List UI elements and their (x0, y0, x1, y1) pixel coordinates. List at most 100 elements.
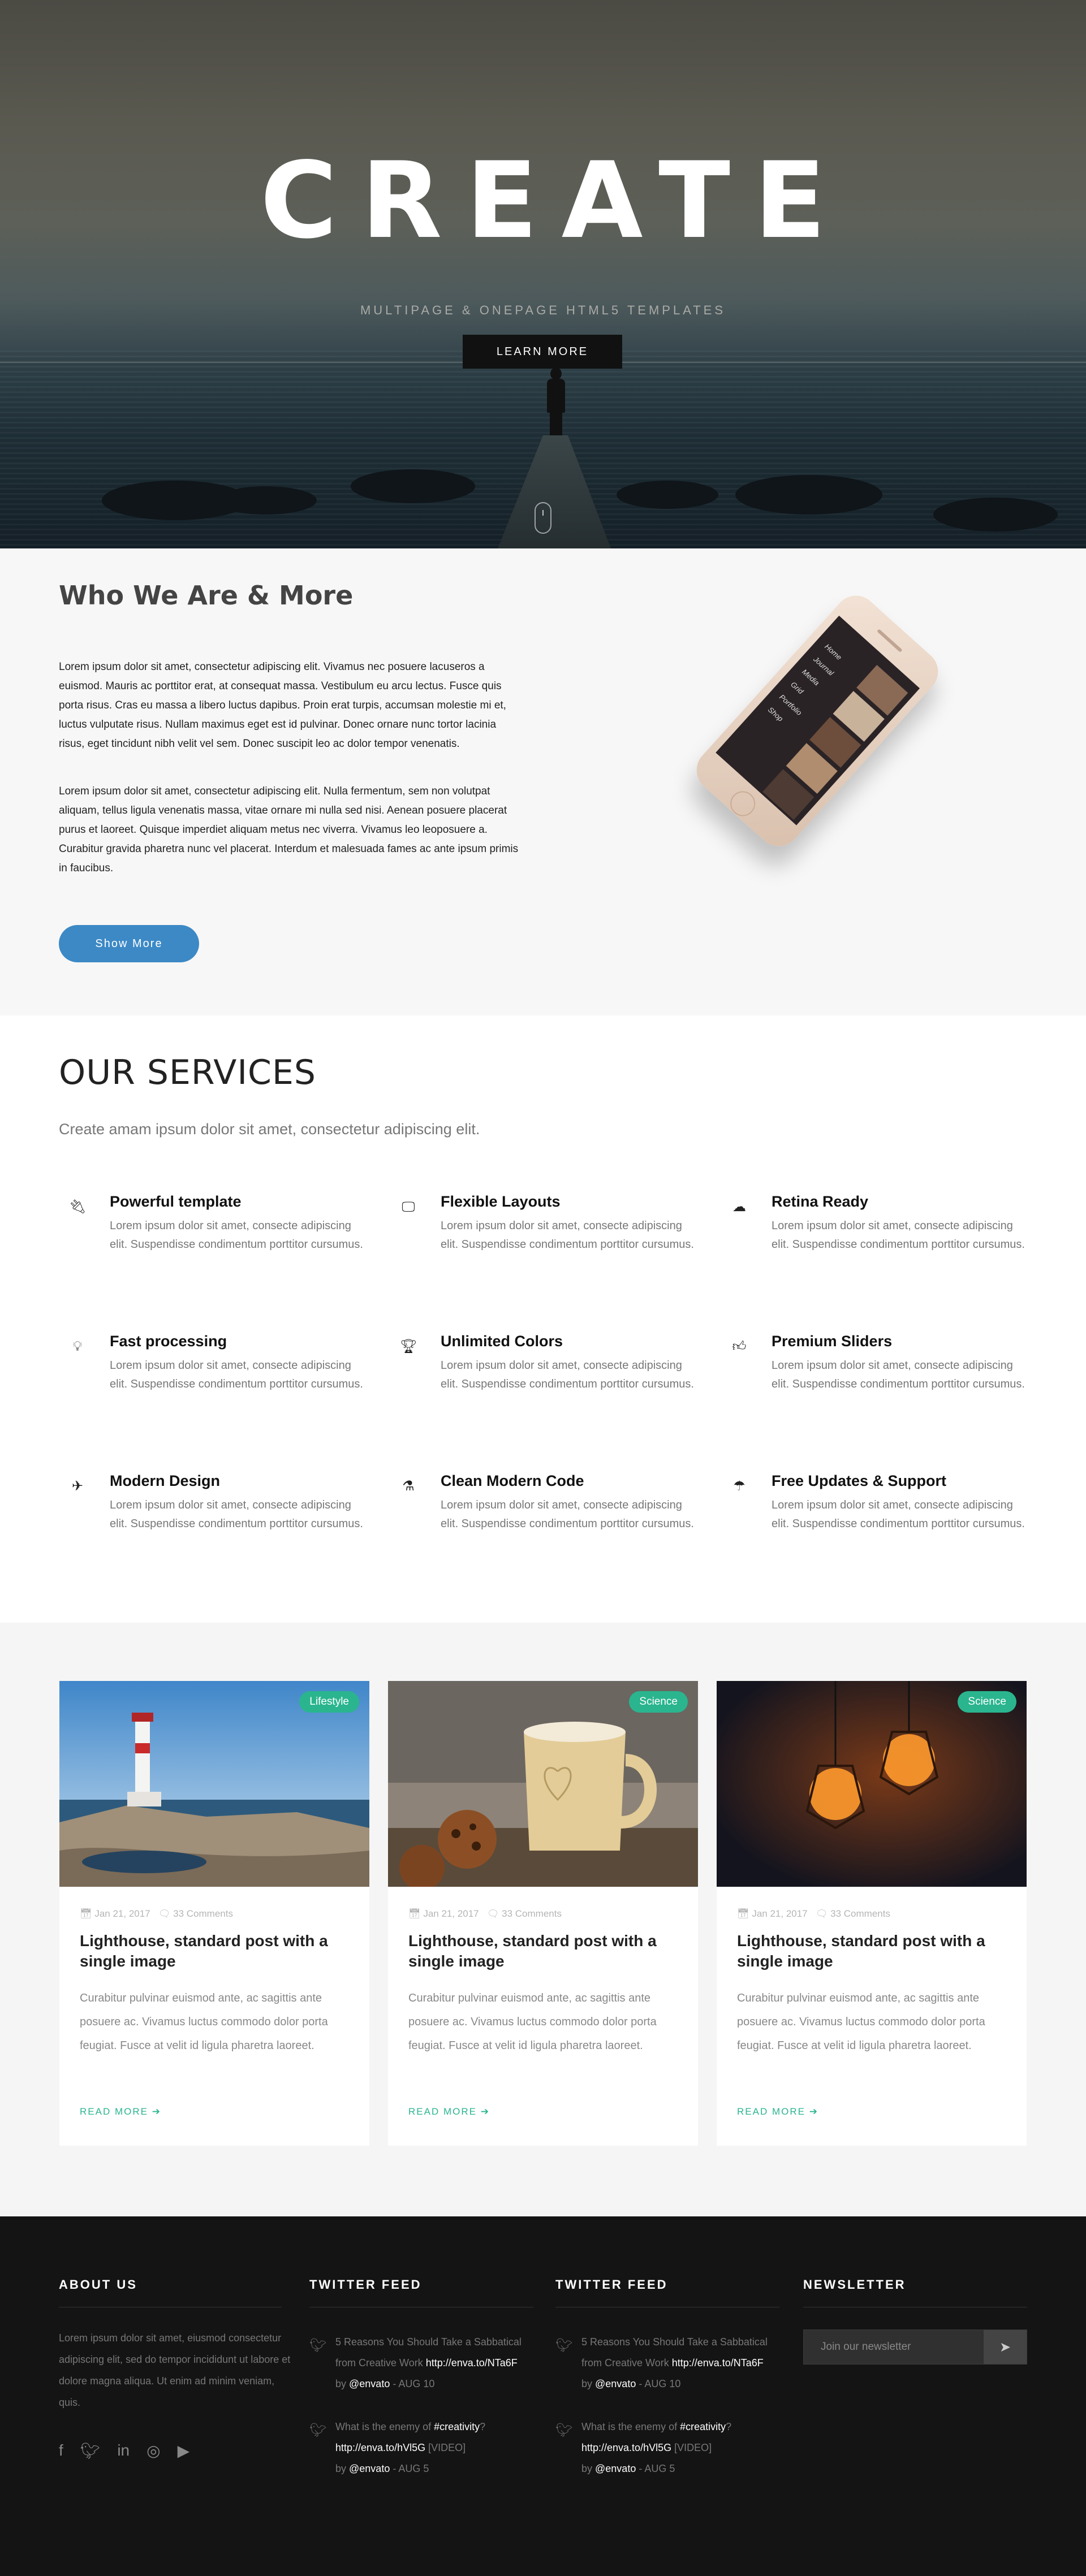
tweet-user[interactable]: @envato (349, 2378, 390, 2389)
post-excerpt: Curabitur pulvinar euismod ante, ac sagi… (408, 1992, 657, 2052)
learn-more-button[interactable]: LEARN MORE (463, 335, 622, 369)
hero-person-silhouette (543, 368, 569, 435)
service-item: 💡︎ Fast processing Lorem ipsum dolor sit… (59, 1333, 363, 1434)
service-text: Lorem ipsum dolor sit amet, consecte adi… (110, 1220, 363, 1251)
post-image-coffee[interactable]: Science (388, 1681, 698, 1887)
post-meta: 📅︎ Jan 21, 2017 🗨︎ 33 Comments (408, 1908, 562, 1920)
post-image-lamps[interactable]: Science (717, 1681, 1027, 1887)
post-date: Jan 21, 2017 (423, 1908, 479, 1919)
services-heading: OUR SERVICES (59, 1053, 316, 1092)
newsletter-email-input[interactable] (804, 2330, 984, 2364)
linkedin-icon[interactable]: in (117, 2441, 130, 2460)
comments-icon: 🗨︎ (486, 1908, 499, 1919)
tweet-user[interactable]: @envato (595, 2378, 636, 2389)
footer-twitter: TWITTER FEED (555, 2277, 779, 2307)
twitter-bird-icon: 🐦︎ (555, 2338, 573, 2353)
service-text: Lorem ipsum dolor sit amet, consecte adi… (772, 1359, 1025, 1390)
post-excerpt: Curabitur pulvinar euismod ante, ac sagi… (80, 1992, 328, 2052)
youtube-icon[interactable]: ▶ (178, 2441, 190, 2460)
post-comments[interactable]: 33 Comments (830, 1908, 890, 1919)
newsletter-form: ➤ (803, 2329, 1027, 2365)
post-image-lighthouse[interactable]: Lifestyle (59, 1681, 369, 1887)
post-date: Jan 21, 2017 (94, 1908, 150, 1919)
send-icon[interactable]: ➤ (984, 2330, 1027, 2364)
phone-speaker (876, 629, 903, 653)
category-badge[interactable]: Science (958, 1691, 1016, 1713)
footer-about-text: Lorem ipsum dolor sit amet, eiusmod cons… (59, 2332, 291, 2408)
service-title: Premium Sliders (772, 1333, 893, 1350)
plug-icon: 🔌︎ (69, 1199, 87, 1214)
footer-newsletter: NEWSLETTER (803, 2277, 1027, 2307)
read-more-link[interactable]: READ MORE ➔ (80, 2106, 161, 2117)
trophy-icon: 🏆︎ (400, 1339, 417, 1354)
category-badge[interactable]: Lifestyle (299, 1691, 359, 1713)
comments-icon: 🗨︎ (158, 1908, 171, 1919)
arrow-right-icon: ➔ (809, 2106, 818, 2117)
service-title: Flexible Layouts (441, 1193, 561, 1210)
post-meta: 📅︎ Jan 21, 2017 🗨︎ 33 Comments (737, 1908, 890, 1920)
post-title[interactable]: Lighthouse, standard post with a single … (408, 1931, 680, 1972)
post-title[interactable]: Lighthouse, standard post with a single … (80, 1931, 351, 1972)
post-comments[interactable]: 33 Comments (173, 1908, 233, 1919)
services-section: OUR SERVICES Create amam ipsum dolor sit… (0, 1015, 1086, 1623)
post-title[interactable]: Lighthouse, standard post with a single … (737, 1931, 1009, 1972)
service-item: ⚗︎ Clean Modern Code Lorem ipsum dolor s… (390, 1472, 694, 1574)
lightbulb-icon: 💡︎ (72, 1339, 83, 1354)
about-section: Who We Are & More Lorem ipsum dolor sit … (0, 548, 1086, 1015)
about-paragraph: Lorem ipsum dolor sit amet, consectetur … (59, 661, 506, 750)
hero-rock (933, 498, 1058, 531)
service-item: ☁︎ Retina Ready Lorem ipsum dolor sit am… (721, 1193, 1025, 1295)
facebook-icon[interactable]: f (59, 2441, 63, 2460)
post-comments[interactable]: 33 Comments (502, 1908, 562, 1919)
about-paragraph: Lorem ipsum dolor sit amet, consectetur … (59, 785, 519, 874)
blog-section: Lifestyle 📅︎ Jan 21, 2017 🗨︎ 33 Comments… (0, 1623, 1086, 2216)
service-item: ✈︎ Modern Design Lorem ipsum dolor sit a… (59, 1472, 363, 1574)
service-title: Fast processing (110, 1333, 227, 1350)
footer-heading: TWITTER FEED (309, 2277, 533, 2307)
service-item: ☂︎ Free Updates & Support Lorem ipsum do… (721, 1472, 1025, 1574)
hero-title: CREATE (260, 139, 850, 262)
arrow-right-icon: ➔ (480, 2106, 490, 2117)
service-title: Unlimited Colors (441, 1333, 563, 1350)
tweet-link[interactable]: http://enva.to/hVl5G (335, 2442, 425, 2453)
monitor-icon: 🖵︎ (402, 1199, 415, 1214)
twitter-bird-icon: 🐦︎ (309, 2338, 327, 2353)
tweet-link[interactable]: http://enva.to/NTa6F (426, 2357, 518, 2368)
service-title: Modern Design (110, 1472, 221, 1489)
phone-body: Home Journal Media Grid Portfolio Shop (688, 586, 947, 855)
twitter-icon[interactable]: 🐦︎ (80, 2441, 101, 2460)
service-title: Retina Ready (772, 1193, 869, 1210)
blog-card: Science 📅︎ Jan 21, 2017 🗨︎ 33 Comments L… (388, 1681, 698, 2146)
services-lead: Create amam ipsum dolor sit amet, consec… (59, 1121, 480, 1138)
dribbble-icon[interactable]: ◎ (146, 2441, 160, 2460)
tweet-hashtag[interactable]: #creativity (680, 2421, 726, 2432)
footer-heading: TWITTER FEED (555, 2277, 779, 2307)
calendar-icon: 📅︎ (408, 1908, 421, 1919)
tweet-hashtag[interactable]: #creativity (434, 2421, 480, 2432)
scroll-down-icon[interactable] (535, 502, 551, 534)
flask-icon: ⚗︎ (402, 1479, 415, 1494)
footer: ABOUT US Lorem ipsum dolor sit amet, eiu… (0, 2216, 1086, 2576)
service-text: Lorem ipsum dolor sit amet, consecte adi… (441, 1499, 694, 1530)
blog-card: Lifestyle 📅︎ Jan 21, 2017 🗨︎ 33 Comments… (59, 1681, 369, 2146)
service-text: Lorem ipsum dolor sit amet, consecte adi… (110, 1499, 363, 1530)
footer-heading: ABOUT US (59, 2277, 282, 2307)
service-text: Lorem ipsum dolor sit amet, consecte adi… (441, 1220, 694, 1251)
post-date: Jan 21, 2017 (752, 1908, 808, 1919)
read-more-link[interactable]: READ MORE ➔ (408, 2106, 490, 2117)
footer-heading: NEWSLETTER (803, 2277, 1027, 2307)
show-more-button[interactable]: Show More (59, 925, 199, 962)
tweet-link[interactable]: http://enva.to/hVl5G (581, 2442, 671, 2453)
tweet-link[interactable]: http://enva.to/NTa6F (672, 2357, 764, 2368)
read-more-link[interactable]: READ MORE ➔ (737, 2106, 818, 2117)
twitter-bird-icon: 🐦︎ (555, 2423, 573, 2438)
category-badge[interactable]: Science (629, 1691, 688, 1713)
service-text: Lorem ipsum dolor sit amet, consecte adi… (772, 1220, 1025, 1251)
arrow-right-icon: ➔ (152, 2106, 161, 2117)
service-title: Clean Modern Code (441, 1472, 584, 1489)
tweet-user[interactable]: @envato (595, 2463, 636, 2474)
tweet-user[interactable]: @envato (349, 2463, 390, 2474)
post-meta: 📅︎ Jan 21, 2017 🗨︎ 33 Comments (80, 1908, 233, 1920)
hero-rock (617, 481, 718, 509)
service-item: 🏆︎ Unlimited Colors Lorem ipsum dolor si… (390, 1333, 694, 1434)
